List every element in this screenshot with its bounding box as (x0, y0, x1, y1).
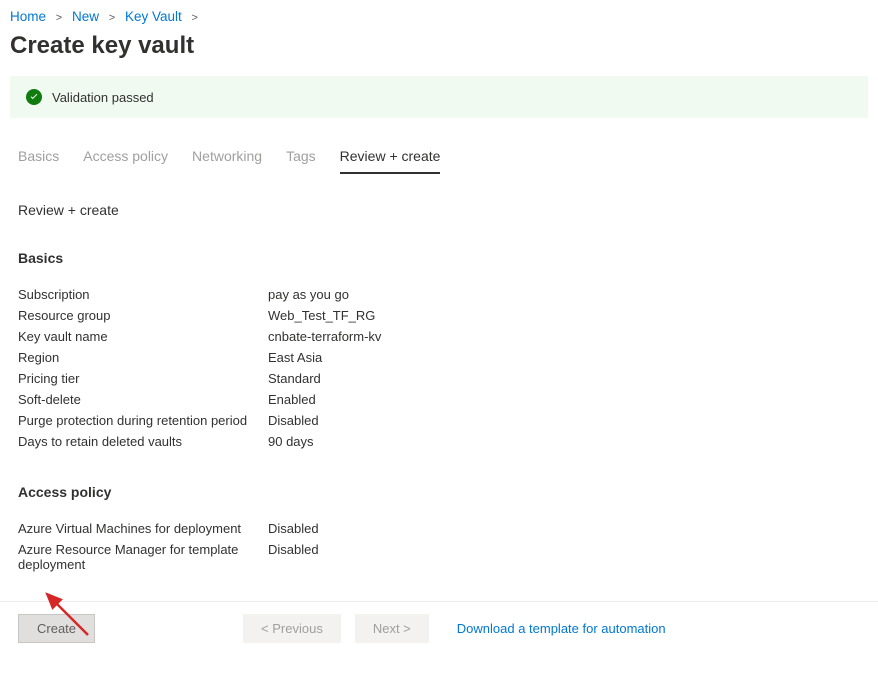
validation-banner: Validation passed (10, 76, 868, 118)
footer: Create < Previous Next > Download a temp… (0, 601, 878, 655)
kv-value: cnbate-terraform-kv (268, 329, 381, 344)
tab-review-create[interactable]: Review + create (340, 148, 441, 174)
content: Review + create Basics Subscriptionpay a… (0, 174, 878, 655)
kv-label: Days to retain deleted vaults (18, 434, 268, 449)
kv-row: Soft-deleteEnabled (18, 389, 860, 410)
kv-label: Resource group (18, 308, 268, 323)
kv-value: pay as you go (268, 287, 349, 302)
breadcrumb-new[interactable]: New (72, 9, 99, 24)
kv-label: Azure Resource Manager for template depl… (18, 542, 268, 572)
kv-label: Soft-delete (18, 392, 268, 407)
kv-label: Azure Virtual Machines for deployment (18, 521, 268, 536)
create-button[interactable]: Create (18, 614, 95, 643)
kv-value: Disabled (268, 413, 319, 428)
page-title: Create key vault (0, 28, 878, 76)
kv-label: Key vault name (18, 329, 268, 344)
kv-label: Purge protection during retention period (18, 413, 268, 428)
previous-button[interactable]: < Previous (243, 614, 341, 643)
kv-value: East Asia (268, 350, 322, 365)
kv-value: Standard (268, 371, 321, 386)
kv-row: Resource groupWeb_Test_TF_RG (18, 305, 860, 326)
kv-row: Azure Virtual Machines for deploymentDis… (18, 518, 860, 539)
breadcrumb-keyvault[interactable]: Key Vault (125, 9, 182, 24)
tabs: Basics Access policy Networking Tags Rev… (0, 118, 878, 174)
next-button[interactable]: Next > (355, 614, 429, 643)
kv-value: Disabled (268, 521, 319, 536)
kv-row: Azure Resource Manager for template depl… (18, 539, 860, 575)
download-template-link[interactable]: Download a template for automation (457, 621, 666, 636)
chevron-right-icon: > (56, 12, 62, 24)
basics-heading: Basics (18, 250, 860, 266)
tab-networking[interactable]: Networking (192, 148, 262, 174)
access-policy-heading: Access policy (18, 484, 860, 500)
kv-label: Subscription (18, 287, 268, 302)
chevron-right-icon: > (109, 12, 115, 24)
kv-value: 90 days (268, 434, 314, 449)
kv-label: Region (18, 350, 268, 365)
current-section-title: Review + create (18, 202, 860, 218)
kv-row: Days to retain deleted vaults90 days (18, 431, 860, 452)
kv-value: Disabled (268, 542, 319, 572)
check-circle-icon (26, 89, 42, 105)
kv-label: Pricing tier (18, 371, 268, 386)
kv-row: Purge protection during retention period… (18, 410, 860, 431)
chevron-right-icon: > (192, 12, 198, 24)
breadcrumb-home[interactable]: Home (10, 9, 46, 24)
validation-message: Validation passed (52, 90, 154, 105)
kv-row: Key vault namecnbate-terraform-kv (18, 326, 860, 347)
breadcrumb: Home > New > Key Vault > (0, 0, 878, 28)
kv-value: Enabled (268, 392, 316, 407)
kv-value: Web_Test_TF_RG (268, 308, 375, 323)
kv-row: Subscriptionpay as you go (18, 284, 860, 305)
kv-row: Pricing tierStandard (18, 368, 860, 389)
tab-tags[interactable]: Tags (286, 148, 316, 174)
tab-basics[interactable]: Basics (18, 148, 59, 174)
kv-row: RegionEast Asia (18, 347, 860, 368)
tab-access-policy[interactable]: Access policy (83, 148, 168, 174)
